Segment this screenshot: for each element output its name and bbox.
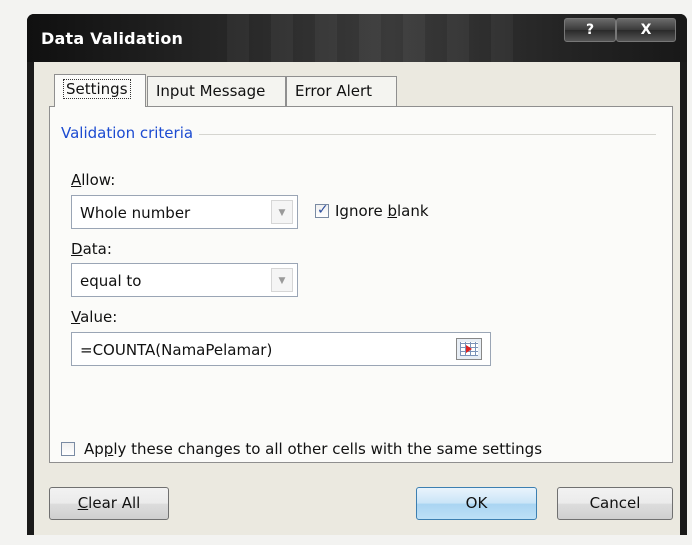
checkmark-icon: ✓ [317,202,329,218]
apply-all-checkbox[interactable] [61,442,75,456]
dialog-title: Data Validation [41,29,184,48]
title-bar-texture [227,14,527,62]
ok-button[interactable]: OK [416,487,537,520]
allow-value: Whole number [80,204,191,222]
value-input[interactable]: =COUNTA(NamaPelamar) [71,332,491,366]
data-validation-dialog: Data Validation ? X Settings Input Messa… [27,14,687,535]
validation-criteria-label: Validation criteria [61,124,200,142]
range-selector-button[interactable] [456,338,482,360]
tab-settings[interactable]: Settings [54,74,146,107]
title-bar[interactable]: Data Validation ? X [27,14,687,62]
value-label: Value: [71,308,118,326]
range-arrow-icon [466,345,472,353]
close-button[interactable]: X [616,18,676,42]
ignore-blank-checkbox[interactable]: ✓ [315,202,329,218]
allow-label: Allow: [71,171,116,189]
help-button[interactable]: ? [564,18,616,42]
settings-panel: Validation criteria Allow: Whole number … [49,106,673,463]
allow-dropdown[interactable]: Whole number ▼ [71,195,298,229]
chevron-down-icon[interactable]: ▼ [271,268,293,292]
cancel-button[interactable]: Cancel [557,487,673,520]
tab-error-alert[interactable]: Error Alert [286,76,397,106]
data-label: Data: [71,240,112,258]
ignore-blank-label[interactable]: Ignore blank [335,202,429,220]
apply-all-label[interactable]: Apply these changes to all other cells w… [84,440,542,458]
data-value: equal to [80,272,142,290]
value-formula: =COUNTA(NamaPelamar) [80,341,273,359]
chevron-down-icon[interactable]: ▼ [271,200,293,224]
tab-input-message[interactable]: Input Message [147,76,286,106]
dialog-client-area: Settings Input Message Error Alert Valid… [34,62,680,535]
clear-all-button[interactable]: Clear All [49,487,169,520]
data-dropdown[interactable]: equal to ▼ [71,263,298,297]
tab-settings-label: Settings [63,79,131,99]
